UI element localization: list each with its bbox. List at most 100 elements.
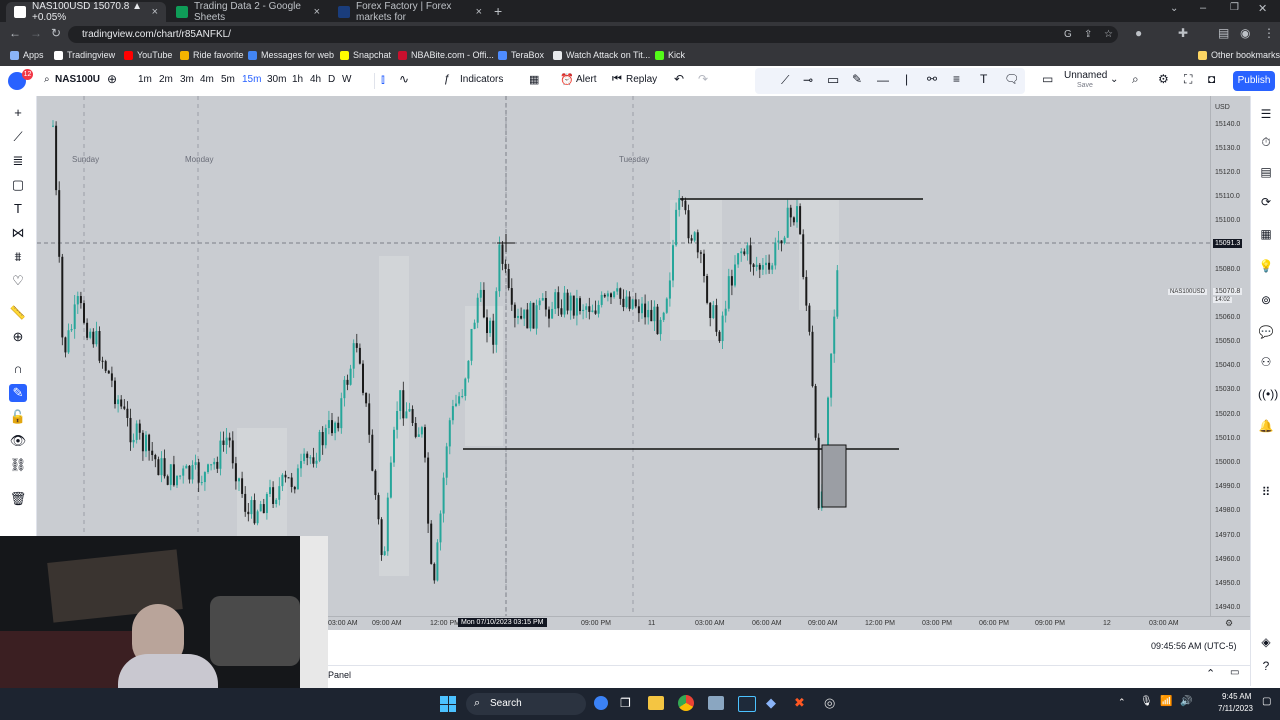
bell-icon[interactable]: 🔔 (1258, 418, 1274, 434)
lock-icon[interactable]: 🔓 (9, 408, 27, 426)
compare-add-icon[interactable]: ⊕ (107, 72, 117, 86)
alert-clock-icon[interactable]: ⏰ (560, 73, 574, 86)
panel-tab[interactable]: Panel (328, 670, 351, 680)
bookmark-nba[interactable]: NBABite.com - Offi... (398, 50, 494, 60)
magnet-icon[interactable]: ∩ (9, 360, 27, 378)
snapshot-camera-icon[interactable]: ◘ (1208, 72, 1215, 86)
bookmark-apps[interactable]: Apps (10, 50, 44, 60)
crosshair-icon[interactable]: + (9, 104, 27, 122)
interval-15m[interactable]: 15m (242, 74, 261, 85)
zoom-icon[interactable]: ⊕ (9, 328, 27, 346)
other-bookmarks[interactable]: Other bookmarks (1198, 50, 1280, 60)
trash-icon[interactable]: 🗑 (9, 490, 27, 508)
quick-search-icon[interactable]: ⌕ (1132, 72, 1139, 87)
vscode-icon[interactable]: ◆ (766, 695, 776, 711)
interval-1h[interactable]: 1h (292, 74, 303, 85)
text-tool-icon[interactable]: T (980, 72, 987, 86)
tab-google-sheets[interactable]: Trading Data 2 - Google Sheets × (168, 1, 328, 23)
notification-center-icon[interactable]: ▢ (1262, 696, 1271, 707)
hotlists-icon[interactable]: ⟳ (1258, 194, 1274, 210)
more-menu-icon[interactable]: ⋮ (1263, 26, 1275, 40)
fullscreen-icon[interactable]: ⛶ (1184, 72, 1192, 87)
taskbar-date[interactable]: 7/11/2023 (1218, 704, 1253, 713)
alerts-clock-icon[interactable]: ⏱ (1258, 134, 1274, 150)
interval-W[interactable]: W (342, 74, 351, 85)
puzzle-icon[interactable]: ✚ (1178, 26, 1188, 40)
file-explorer-icon[interactable] (648, 696, 664, 710)
wifi-icon[interactable]: 📶 (1160, 696, 1172, 707)
interval-D[interactable]: D (328, 74, 335, 85)
interval-4m[interactable]: 4m (200, 74, 214, 85)
horizontal-line-icon[interactable]: — (877, 73, 889, 87)
link-icon[interactable]: ⛓ (9, 456, 27, 474)
mic-icon[interactable]: 🎙 (1140, 696, 1153, 707)
tab-close-icon[interactable]: × (314, 6, 320, 18)
indicators-button[interactable]: Indicators (460, 74, 503, 85)
templates-grid-icon[interactable]: ▦ (529, 73, 539, 86)
line-chart-type-icon[interactable]: ∿ (399, 72, 409, 86)
bookmark-attack-on-titan[interactable]: Watch Attack on Tit... (553, 50, 650, 60)
signals-icon[interactable]: ((•)) (1258, 386, 1278, 402)
undo-icon[interactable]: ↶ (674, 72, 684, 86)
fib-tools-icon[interactable]: ≣ (9, 152, 27, 170)
tab-tradingview[interactable]: NAS100USD 15070.8 ▲ +0.05% × (6, 1, 166, 23)
calendar-icon[interactable]: ▦ (1258, 226, 1274, 242)
forward-icon[interactable]: → (30, 26, 42, 40)
sidepanel-icon[interactable]: ▤ (1218, 26, 1229, 40)
interval-5m[interactable]: 5m (221, 74, 235, 85)
callout-icon[interactable]: 🗨 (1004, 72, 1019, 86)
google-lens-icon[interactable]: G (1064, 26, 1072, 43)
volume-icon[interactable]: 🔊 (1180, 696, 1192, 707)
data-window-icon[interactable]: ▤ (1258, 164, 1274, 180)
tab-close-icon[interactable]: × (152, 6, 158, 18)
settings-gear-icon[interactable]: ⚙ (1158, 72, 1169, 86)
new-tab-button[interactable]: + (494, 3, 502, 19)
patterns-icon[interactable]: ⋈ (9, 224, 27, 242)
layers-icon[interactable]: ◈ (1258, 634, 1274, 650)
price-axis[interactable]: USD 15140.0 15130.0 15120.0 15110.0 1510… (1210, 96, 1251, 616)
indicators-icon[interactable]: ƒ (444, 73, 450, 85)
prediction-icon[interactable]: ⩩ (9, 248, 27, 266)
candles-chart-type-icon[interactable]: ⫾ (381, 72, 385, 87)
address-bar[interactable]: tradingview.com/chart/r85ANFKL/ G ⇪ ☆ (68, 26, 1118, 43)
layout-save-label[interactable]: Save (1077, 82, 1093, 89)
profile-avatar-icon[interactable]: ◉ (1240, 26, 1250, 40)
bookmark-kick[interactable]: Kick (655, 50, 685, 60)
shapes-icon[interactable]: ▢ (9, 176, 27, 194)
chart-clock[interactable]: 09:45:56 AM (UTC-5) (1151, 641, 1237, 651)
chrome-icon[interactable] (678, 695, 694, 711)
chats-icon[interactable]: 💬 (1258, 324, 1274, 340)
symbol-search-button[interactable]: NAS100U (55, 74, 100, 85)
streams-icon[interactable]: ⊚ (1258, 292, 1274, 308)
tab-search-chevron-icon[interactable]: ⌄ (1170, 3, 1178, 14)
taskbar-search-box[interactable]: ⌕ Search (466, 693, 608, 715)
windows-start-icon[interactable] (440, 696, 456, 712)
trendline-icon[interactable]: ⟋ (781, 73, 789, 88)
bookmark-terabox[interactable]: TeraBox (498, 50, 544, 60)
interval-3m[interactable]: 3m (180, 74, 194, 85)
tab-close-icon[interactable]: × (476, 6, 482, 18)
rectangle-icon[interactable]: ▭ (827, 72, 839, 88)
replay-icon[interactable]: ⏮ (612, 73, 622, 86)
fib-tool-icon[interactable]: ⚯ (927, 72, 937, 86)
bookmark-star-icon[interactable]: ☆ (1104, 26, 1113, 43)
interval-2m[interactable]: 2m (159, 74, 173, 85)
heart-icon[interactable]: ♡ (9, 272, 27, 290)
notifications-icon[interactable]: ⚇ (1258, 354, 1274, 370)
time-axis[interactable]: 03:00 AM 09:00 AM 12:00 PM Mon 07/10/202… (328, 616, 1250, 631)
help-icon[interactable]: ? (1258, 658, 1274, 674)
replay-button[interactable]: Replay (626, 74, 657, 85)
vertical-line-icon[interactable]: | (905, 72, 908, 86)
ideas-bulb-icon[interactable]: 💡 (1258, 258, 1274, 274)
window-close-icon[interactable]: ✕ (1258, 2, 1267, 15)
brush-icon[interactable]: ✎ (852, 72, 862, 86)
layout-chevron-icon[interactable]: ⌄ (1110, 74, 1118, 85)
tg-app-icon[interactable] (738, 696, 756, 712)
panel-maximize-icon[interactable]: ▭ (1230, 667, 1239, 678)
bookmark-messages[interactable]: Messages for web (248, 50, 334, 60)
extension-icon[interactable]: ● (1135, 26, 1142, 40)
text-icon[interactable]: T (9, 200, 27, 218)
tray-chevron-icon[interactable]: ⌃ (1118, 697, 1126, 708)
watchlist-icon[interactable]: ☰ (1258, 106, 1274, 122)
restore-icon[interactable]: ❐ (1230, 2, 1239, 13)
